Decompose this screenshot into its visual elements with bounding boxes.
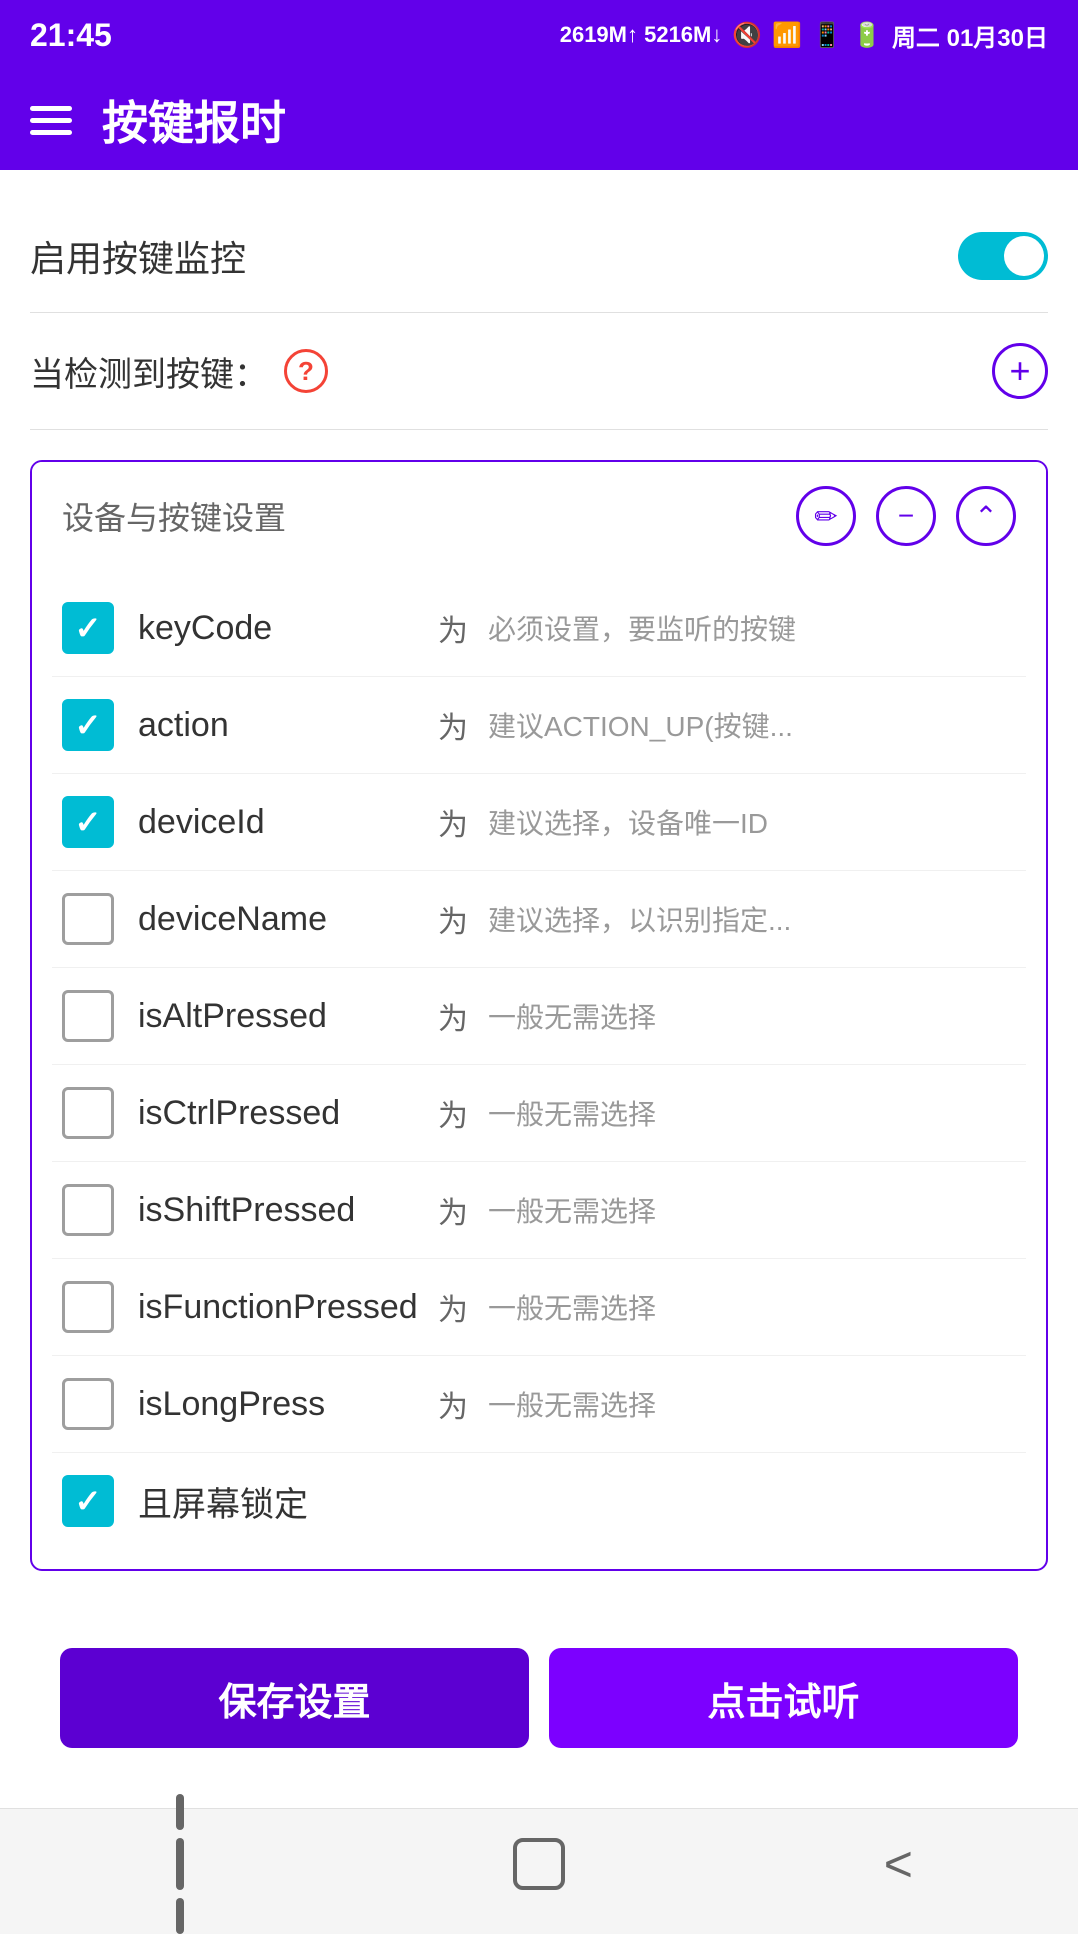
mute-icon: 🔇 [732, 21, 762, 50]
checkbox-deviceName[interactable] [62, 893, 114, 945]
status-right: 2619M↑ 5216M↓ 🔇 📶 📱 🔋 周二 01月30日 [560, 18, 1048, 53]
test-button[interactable]: 点击试听 [549, 1648, 1018, 1748]
remove-button[interactable]: − [876, 486, 936, 546]
back-icon: < [884, 1839, 913, 1889]
checkbox-name-且屏幕锁定: 且屏幕锁定 [138, 1477, 1016, 1526]
help-icon[interactable]: ? [284, 349, 328, 393]
key-detected-label: 当检测到按键： [30, 347, 268, 396]
desc-isShiftPressed: 一般无需选择 [488, 1190, 1016, 1230]
connector-deviceName: 为 [438, 897, 468, 941]
key-detected-left: 当检测到按键： ? [30, 347, 328, 396]
checkbox-deviceId[interactable] [62, 796, 114, 848]
status-date: 周二 01月30日 [892, 18, 1048, 53]
home-icon [513, 1838, 565, 1890]
minus-icon: − [898, 500, 914, 532]
status-bar: 21:45 2619M↑ 5216M↓ 🔇 📶 📱 🔋 周二 01月30日 [0, 0, 1078, 70]
list-item: action 为建议ACTION_UP(按键... [52, 677, 1026, 774]
connector-action: 为 [438, 703, 468, 747]
desc-keyCode: 必须设置，要监听的按键 [488, 608, 1016, 648]
settings-panel-header: 设备与按键设置 ✏ − ⌃ [32, 462, 1046, 570]
checkbox-isLongPress[interactable] [62, 1378, 114, 1430]
key-detected-row: 当检测到按键： ? + [30, 313, 1048, 430]
toggle-label: 启用按键监控 [30, 230, 246, 282]
add-rule-button[interactable]: + [992, 343, 1048, 399]
checkbox-name-keyCode: keyCode [138, 609, 418, 648]
page-title: 按键报时 [102, 87, 286, 153]
checkbox-name-deviceName: deviceName [138, 900, 418, 939]
checkbox-name-isShiftPressed: isShiftPressed [138, 1191, 418, 1230]
list-item: isCtrlPressed 为一般无需选择 [52, 1065, 1026, 1162]
enable-toggle[interactable] [958, 232, 1048, 280]
checkbox-name-isAltPressed: isAltPressed [138, 997, 418, 1036]
nav-bar: < [0, 1808, 1078, 1918]
connector-isCtrlPressed: 为 [438, 1091, 468, 1135]
desc-isLongPress: 一般无需选择 [488, 1384, 1016, 1424]
checkbox-isAltPressed[interactable] [62, 990, 114, 1042]
checkbox-isCtrlPressed[interactable] [62, 1087, 114, 1139]
network-info: 2619M↑ 5216M↓ [560, 22, 723, 48]
list-item: isShiftPressed 为一般无需选择 [52, 1162, 1026, 1259]
wifi-icon: 📶 [772, 21, 802, 50]
list-item: keyCode 为必须设置，要监听的按键 [52, 580, 1026, 677]
list-item: deviceName 为建议选择，以识别指定... [52, 871, 1026, 968]
save-button[interactable]: 保存设置 [60, 1648, 529, 1748]
checkbox-name-isFunctionPressed: isFunctionPressed [138, 1288, 418, 1327]
menu-button[interactable] [30, 106, 72, 135]
move-up-button[interactable]: ⌃ [956, 486, 1016, 546]
list-item: isAltPressed 为一般无需选择 [52, 968, 1026, 1065]
checkbox-且屏幕锁定[interactable] [62, 1475, 114, 1527]
desc-isCtrlPressed: 一般无需选择 [488, 1093, 1016, 1133]
recent-apps-icon [176, 1794, 184, 1934]
app-header: 按键报时 [0, 70, 1078, 170]
settings-panel: 设备与按键设置 ✏ − ⌃ keyCode为必须设置，要监听的按键action为… [30, 460, 1048, 1571]
toggle-row: 启用按键监控 [30, 200, 1048, 313]
connector-isShiftPressed: 为 [438, 1188, 468, 1232]
list-item: 且屏幕锁定 [52, 1453, 1026, 1549]
settings-panel-actions: ✏ − ⌃ [796, 486, 1016, 546]
desc-deviceName: 建议选择，以识别指定... [488, 899, 1016, 939]
checkbox-isShiftPressed[interactable] [62, 1184, 114, 1236]
list-item: deviceId 为建议选择，设备唯一ID [52, 774, 1026, 871]
nav-home-button[interactable] [499, 1824, 579, 1904]
checkbox-name-isCtrlPressed: isCtrlPressed [138, 1094, 418, 1133]
connector-deviceId: 为 [438, 800, 468, 844]
nav-recent-button[interactable] [140, 1824, 220, 1904]
desc-action: 建议ACTION_UP(按键... [488, 705, 1016, 745]
list-item: isLongPress 为一般无需选择 [52, 1356, 1026, 1453]
desc-isAltPressed: 一般无需选择 [488, 996, 1016, 1036]
checkbox-name-isLongPress: isLongPress [138, 1385, 418, 1424]
signal-icon: 📱 [812, 21, 842, 50]
connector-isFunctionPressed: 为 [438, 1285, 468, 1329]
checkbox-name-action: action [138, 706, 418, 745]
desc-deviceId: 建议选择，设备唯一ID [488, 802, 1016, 842]
checkbox-list: keyCode为必须设置，要监听的按键action为建议ACTION_UP(按键… [32, 570, 1046, 1569]
battery-icon: 🔋 [852, 21, 882, 50]
main-content: 启用按键监控 当检测到按键： ? + 设备与按键设置 ✏ − [0, 170, 1078, 1808]
bottom-buttons: 保存设置 点击试听 [30, 1618, 1048, 1778]
nav-back-button[interactable]: < [858, 1824, 938, 1904]
status-time: 21:45 [30, 17, 112, 54]
edit-button[interactable]: ✏ [796, 486, 856, 546]
checkbox-isFunctionPressed[interactable] [62, 1281, 114, 1333]
checkbox-name-deviceId: deviceId [138, 803, 418, 842]
checkbox-action[interactable] [62, 699, 114, 751]
desc-isFunctionPressed: 一般无需选择 [488, 1287, 1016, 1327]
edit-icon: ✏ [814, 500, 837, 533]
chevron-up-icon: ⌃ [974, 500, 997, 533]
checkbox-keyCode[interactable] [62, 602, 114, 654]
connector-isLongPress: 为 [438, 1382, 468, 1426]
list-item: isFunctionPressed 为一般无需选择 [52, 1259, 1026, 1356]
connector-isAltPressed: 为 [438, 994, 468, 1038]
connector-keyCode: 为 [438, 606, 468, 650]
settings-panel-title: 设备与按键设置 [62, 493, 286, 539]
